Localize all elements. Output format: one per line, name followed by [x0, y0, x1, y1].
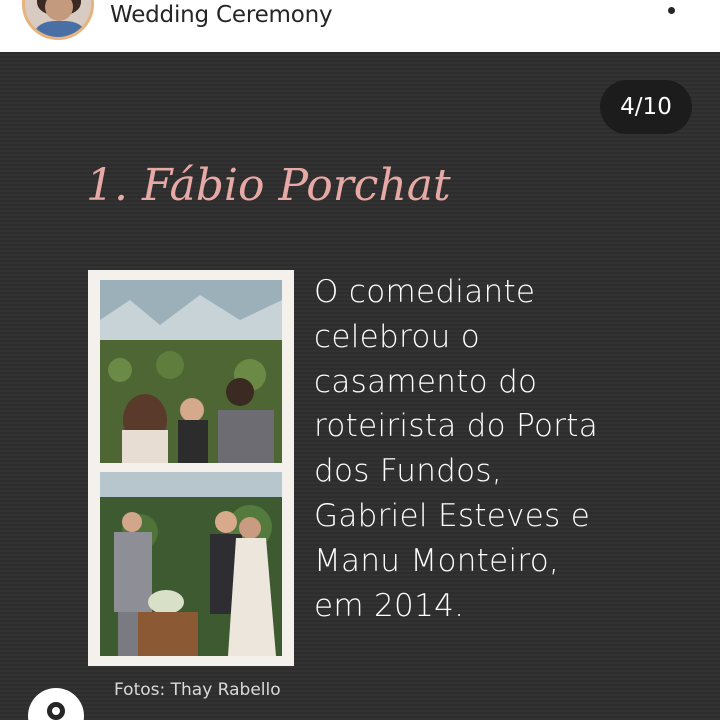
slide-title-text: 1. Fábio Porchat [86, 160, 451, 211]
body-line: em 2014. [314, 587, 465, 624]
body-line: Manu Monteiro, [314, 542, 560, 579]
body-line: O comediante [314, 274, 536, 310]
slide-title: 1. Fábio Porchat [86, 160, 451, 211]
body-line: dos Fundos, [314, 453, 503, 490]
body-line: celebrou o [314, 318, 480, 355]
slide-body-text: O comediante celebrou o casamento do rot… [314, 270, 644, 628]
profile-avatar[interactable] [22, 0, 94, 40]
ceremony-photo-bottom [100, 472, 282, 656]
carousel-slide[interactable]: 4/10 1. Fábio Porchat O comediante celeb… [0, 52, 720, 720]
body-line: casamento do [314, 363, 538, 400]
avatar-body [35, 21, 85, 37]
more-options-icon[interactable] [662, 0, 682, 20]
photo-strip [88, 270, 294, 666]
avatar-face [45, 0, 73, 21]
body-line: Gabriel Esteves e [314, 497, 591, 534]
post-header: Wedding Ceremony [0, 0, 720, 52]
photo-credit: Fotos: Thay Rabello [114, 680, 281, 700]
body-line: roteirista do Porta [314, 408, 599, 445]
ceremony-photo-top [100, 280, 282, 463]
post-subtitle[interactable]: Wedding Ceremony [110, 2, 333, 28]
slide-counter: 4/10 [600, 80, 692, 134]
